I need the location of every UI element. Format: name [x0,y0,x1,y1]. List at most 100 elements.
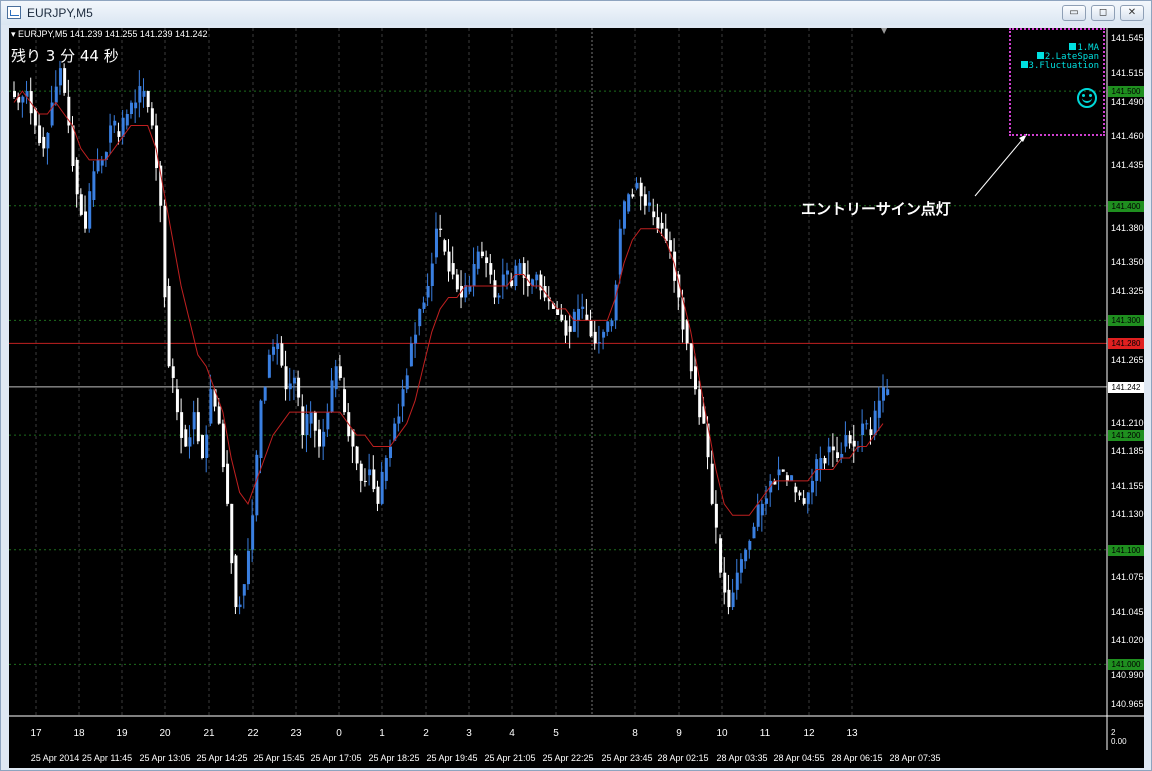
close-button[interactable]: ✕ [1120,5,1144,21]
minimize-icon: ▭ [1069,7,1079,18]
indicator-fluctuation[interactable]: 3.Fluctuation [1020,61,1099,71]
candle-body [171,366,175,378]
candle-body [414,334,418,344]
candle-body [869,429,873,436]
candle-body [368,469,372,476]
minimize-button[interactable]: ▭ [1062,5,1086,21]
candle-body [226,463,230,504]
price-tick-label: 141.380 [1111,222,1144,233]
candle-body [602,331,606,338]
candle-body [627,194,631,212]
candle-body [685,320,689,344]
price-tick-label: 141.075 [1111,572,1144,583]
candle-body [823,458,827,464]
date-tick-label: 25 Apr 13:05 [139,753,191,763]
price-chart[interactable]: ▾ EURJPY,M5 141.239 141.255 141.239 141.… [9,28,1144,750]
date-tick-label: 25 Apr 2014 [30,753,80,763]
indicator-panel[interactable]: 1.MA 2.LateSpan 3.Fluctuation [1009,28,1105,136]
smiley-icon [1077,88,1097,108]
hour-tick-label: 22 [247,728,259,739]
candle-body [54,86,58,103]
candle-body [292,377,296,384]
candle-body [844,435,848,447]
candle-body [556,308,560,315]
restore-button[interactable]: ◻ [1091,5,1115,21]
candle-body [731,592,735,608]
candle-body [497,295,501,298]
candle-body [150,108,154,126]
price-level-label: 141.000 [1108,659,1144,671]
candle-body [656,217,660,229]
candle-body [71,125,75,166]
candle-body [188,437,192,447]
candle-body [810,480,814,493]
candle-body [744,549,748,562]
candle-body [146,91,150,108]
candle-body [765,498,769,504]
candle-body [472,264,476,286]
candle-body [242,584,246,596]
candle-body [196,412,200,442]
price-tick-label: 141.460 [1111,130,1144,141]
candle-body [92,171,96,200]
price-tick-label: 141.325 [1111,285,1144,296]
candle-body [689,343,693,372]
candle-body [163,205,167,298]
candle-body [861,423,865,436]
candle-body [21,96,25,103]
candle-body [109,125,113,143]
candle-body [451,263,455,275]
candle-body [409,343,413,367]
candle-body [693,366,697,390]
candle-body [134,102,138,109]
candle-body [363,480,367,482]
candle-body [748,541,752,550]
candle-body [781,469,785,472]
candle-body [380,471,384,504]
price-tick-label: 141.155 [1111,480,1144,491]
candle-body [280,343,284,366]
candle-body [652,211,656,218]
candle-body [840,453,844,458]
candle-body [434,228,438,258]
candle-body [493,280,497,298]
candle-body [284,366,288,390]
candle-body [739,559,743,573]
price-level-label: 141.500 [1108,86,1144,98]
price-level-label: 141.400 [1108,200,1144,212]
hour-tick-label: 1 [379,728,385,739]
candle-body [848,435,852,444]
candle-body [276,343,280,350]
candle-body [660,222,664,229]
candle-body [184,429,188,447]
date-tick-label: 25 Apr 18:25 [368,753,420,763]
candle-body [593,331,597,344]
candle-body [13,91,16,98]
price-tick-label: 141.185 [1111,446,1144,457]
candle-body [309,412,313,424]
candle-body [38,125,42,144]
candle-body [96,159,100,172]
candle-body [305,414,309,436]
candle-body [230,503,234,564]
candle-body [426,286,430,298]
chart-shift-icon[interactable]: ▼ [881,28,887,35]
price-level-label: 141.300 [1108,315,1144,327]
candle-body [831,446,835,451]
hour-tick-label: 20 [159,728,171,739]
date-tick-label: 28 Apr 07:35 [889,753,941,763]
candle-body [405,375,409,390]
candle-body [234,555,238,608]
window-titlebar[interactable]: EURJPY,M5 ▭ ◻ ✕ [1,1,1151,25]
candle-body [852,440,856,447]
hour-tick-label: 8 [632,728,638,739]
candle-body [192,412,196,430]
date-tick-label: 25 Apr 22:25 [542,753,594,763]
hour-tick-label: 5 [553,728,559,739]
candle-body [618,228,622,275]
candle-body [735,572,739,590]
price-tick-label: 141.130 [1111,509,1144,520]
price-tick-label: 141.350 [1111,257,1144,268]
candle-body [827,446,831,453]
candle-body [288,383,292,390]
